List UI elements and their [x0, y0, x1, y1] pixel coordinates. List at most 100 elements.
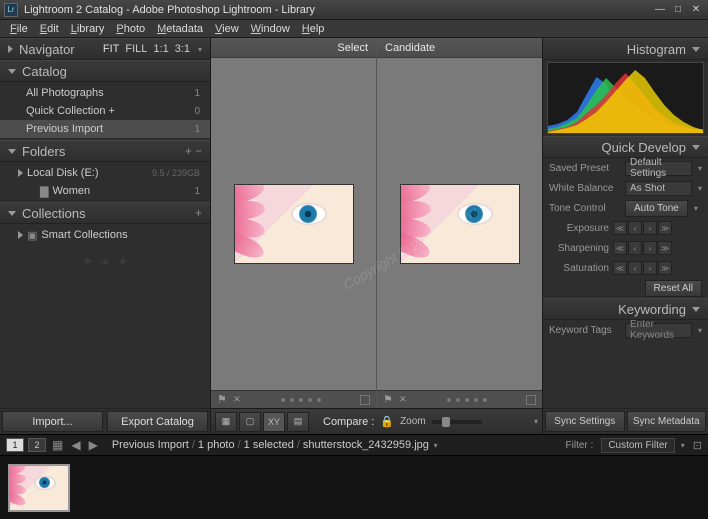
filmstrip[interactable] [0, 456, 708, 519]
exposure-label: Exposure [549, 223, 609, 234]
saturation-label: Saturation [549, 263, 609, 274]
monitor-tab-1[interactable]: 1 [6, 438, 24, 452]
next-arrow-icon[interactable]: ▶ [87, 438, 100, 452]
menu-library[interactable]: Library [65, 21, 111, 37]
info-bar: 1 2 ▦ ◀ ▶ Previous Import/1 photo/1 sele… [0, 434, 708, 456]
menu-help[interactable]: Help [296, 21, 331, 37]
candidate-image-area[interactable] [377, 58, 542, 390]
color-label-icon[interactable] [360, 395, 370, 405]
close-button[interactable]: ✕ [688, 3, 704, 17]
ornament-icon: ✦ ❧ ✦ [0, 250, 210, 274]
compare-label: Compare : [323, 416, 374, 428]
center-area: Select ⚑ ✕ Candidate [211, 38, 542, 434]
chevron-down-icon [8, 69, 16, 74]
chevron-right-icon [18, 231, 23, 239]
collections-header[interactable]: Collections + [0, 202, 210, 224]
flag-icon[interactable]: ⚑ [217, 393, 227, 406]
grid-view-button[interactable]: ▦ [215, 412, 237, 432]
filmstrip-thumb[interactable] [8, 464, 70, 512]
titlebar: Lr Lightroom 2 Catalog - Adobe Photoshop… [0, 0, 708, 20]
chevron-down-icon [692, 145, 700, 150]
filter-select[interactable]: Custom Filter [601, 438, 674, 453]
left-panel: Navigator FIT FILL 1:1 3:1 ▾ Catalog All… [0, 38, 211, 434]
menubar: File Edit Library Photo Metadata View Wi… [0, 20, 708, 38]
zoom-slider[interactable] [432, 420, 482, 424]
sharpening-steppers[interactable]: ≪‹›≫ [613, 241, 672, 255]
collections-title: Collections [22, 206, 195, 221]
candidate-image [400, 184, 520, 264]
auto-tone-button[interactable]: Auto Tone [625, 200, 688, 217]
reject-icon[interactable]: ✕ [231, 394, 243, 406]
keyword-tags-label: Keyword Tags [549, 325, 621, 336]
toolbar-menu-icon[interactable]: ▾ [534, 417, 538, 426]
lock-icon[interactable]: 🔒 [380, 415, 394, 428]
collection-item[interactable]: ▣ Smart Collections [0, 226, 210, 244]
white-balance-label: White Balance [549, 183, 621, 194]
histogram-header[interactable]: Histogram [543, 38, 708, 60]
chevron-right-icon [18, 169, 23, 177]
breadcrumb[interactable]: Previous Import/1 photo/1 selected/shutt… [112, 439, 438, 451]
exposure-steppers[interactable]: ≪‹›≫ [613, 221, 672, 235]
saved-preset-select[interactable]: Default Settings [625, 161, 692, 176]
compare-view-button[interactable]: XY [263, 412, 285, 432]
survey-view-button[interactable]: ▤ [287, 412, 309, 432]
select-image-area[interactable] [211, 58, 376, 390]
chevron-down-icon[interactable]: ▾ [694, 204, 698, 213]
select-image [234, 184, 354, 264]
right-panel: Histogram Quick Develop Saved Preset Def… [542, 38, 708, 434]
box-icon: ▣ [27, 229, 37, 242]
navigator-header[interactable]: Navigator FIT FILL 1:1 3:1 ▾ [0, 38, 210, 60]
menu-edit[interactable]: Edit [34, 21, 65, 37]
reset-all-button[interactable]: Reset All [645, 280, 702, 297]
window-title: Lightroom 2 Catalog - Adobe Photoshop Li… [24, 4, 652, 16]
candidate-footer: ⚑ ✕ [377, 390, 542, 408]
import-button[interactable]: Import... [2, 411, 103, 432]
color-label-icon[interactable] [526, 395, 536, 405]
histogram-title: Histogram [551, 42, 686, 57]
chevron-down-icon[interactable]: ▾ [698, 164, 702, 173]
menu-photo[interactable]: Photo [110, 21, 151, 37]
keywording-header[interactable]: Keywording [543, 298, 708, 320]
chevron-down-icon[interactable]: ▾ [681, 441, 685, 450]
navigator-zoom-options[interactable]: FIT FILL 1:1 3:1 ▾ [103, 43, 202, 55]
saturation-steppers[interactable]: ≪‹›≫ [613, 261, 672, 275]
loupe-view-button[interactable]: ▢ [239, 412, 261, 432]
compare-view: Select ⚑ ✕ Candidate [211, 38, 542, 408]
folders-title: Folders [22, 144, 185, 159]
quick-develop-title: Quick Develop [551, 140, 686, 155]
chevron-down-icon [692, 307, 700, 312]
export-catalog-button[interactable]: Export Catalog [107, 411, 208, 432]
menu-file[interactable]: File [4, 21, 34, 37]
chevron-right-icon [8, 45, 13, 53]
catalog-header[interactable]: Catalog [0, 60, 210, 82]
folder-item[interactable]: ▇ Women1 [0, 182, 210, 200]
keyword-tags-input[interactable]: Enter Keywords [625, 323, 692, 338]
menu-metadata[interactable]: Metadata [151, 21, 209, 37]
minimize-button[interactable]: — [652, 3, 668, 17]
chevron-down-icon[interactable]: ▾ [698, 326, 702, 335]
folders-header[interactable]: Folders + − [0, 140, 210, 162]
select-pane: Select ⚑ ✕ [211, 38, 377, 408]
select-header: Select [211, 38, 376, 58]
maximize-button[interactable]: □ [670, 3, 686, 17]
prev-arrow-icon[interactable]: ◀ [69, 438, 82, 452]
quick-develop-header[interactable]: Quick Develop [543, 136, 708, 158]
reject-icon[interactable]: ✕ [397, 394, 409, 406]
white-balance-select[interactable]: As Shot [625, 181, 692, 196]
filter-label: Filter : [566, 440, 594, 451]
volume-row[interactable]: Local Disk (E:) 9.5 / 239GB [0, 164, 210, 182]
chevron-down-icon[interactable]: ▾ [698, 184, 702, 193]
menu-window[interactable]: Window [245, 21, 296, 37]
catalog-item-quick[interactable]: Quick Collection +0 [0, 102, 210, 120]
filter-lock-icon[interactable]: ⊡ [693, 439, 702, 452]
sync-metadata-button[interactable]: Sync Metadata [627, 411, 707, 432]
menu-view[interactable]: View [209, 21, 245, 37]
sync-settings-button[interactable]: Sync Settings [545, 411, 625, 432]
catalog-item-all[interactable]: All Photographs1 [0, 84, 210, 102]
flag-icon[interactable]: ⚑ [383, 393, 393, 406]
tone-control-label: Tone Control [549, 203, 621, 214]
catalog-item-previous-import[interactable]: Previous Import1 [0, 120, 210, 138]
grid-icon[interactable]: ▦ [50, 438, 65, 452]
monitor-tab-2[interactable]: 2 [28, 438, 46, 452]
select-footer: ⚑ ✕ [211, 390, 376, 408]
